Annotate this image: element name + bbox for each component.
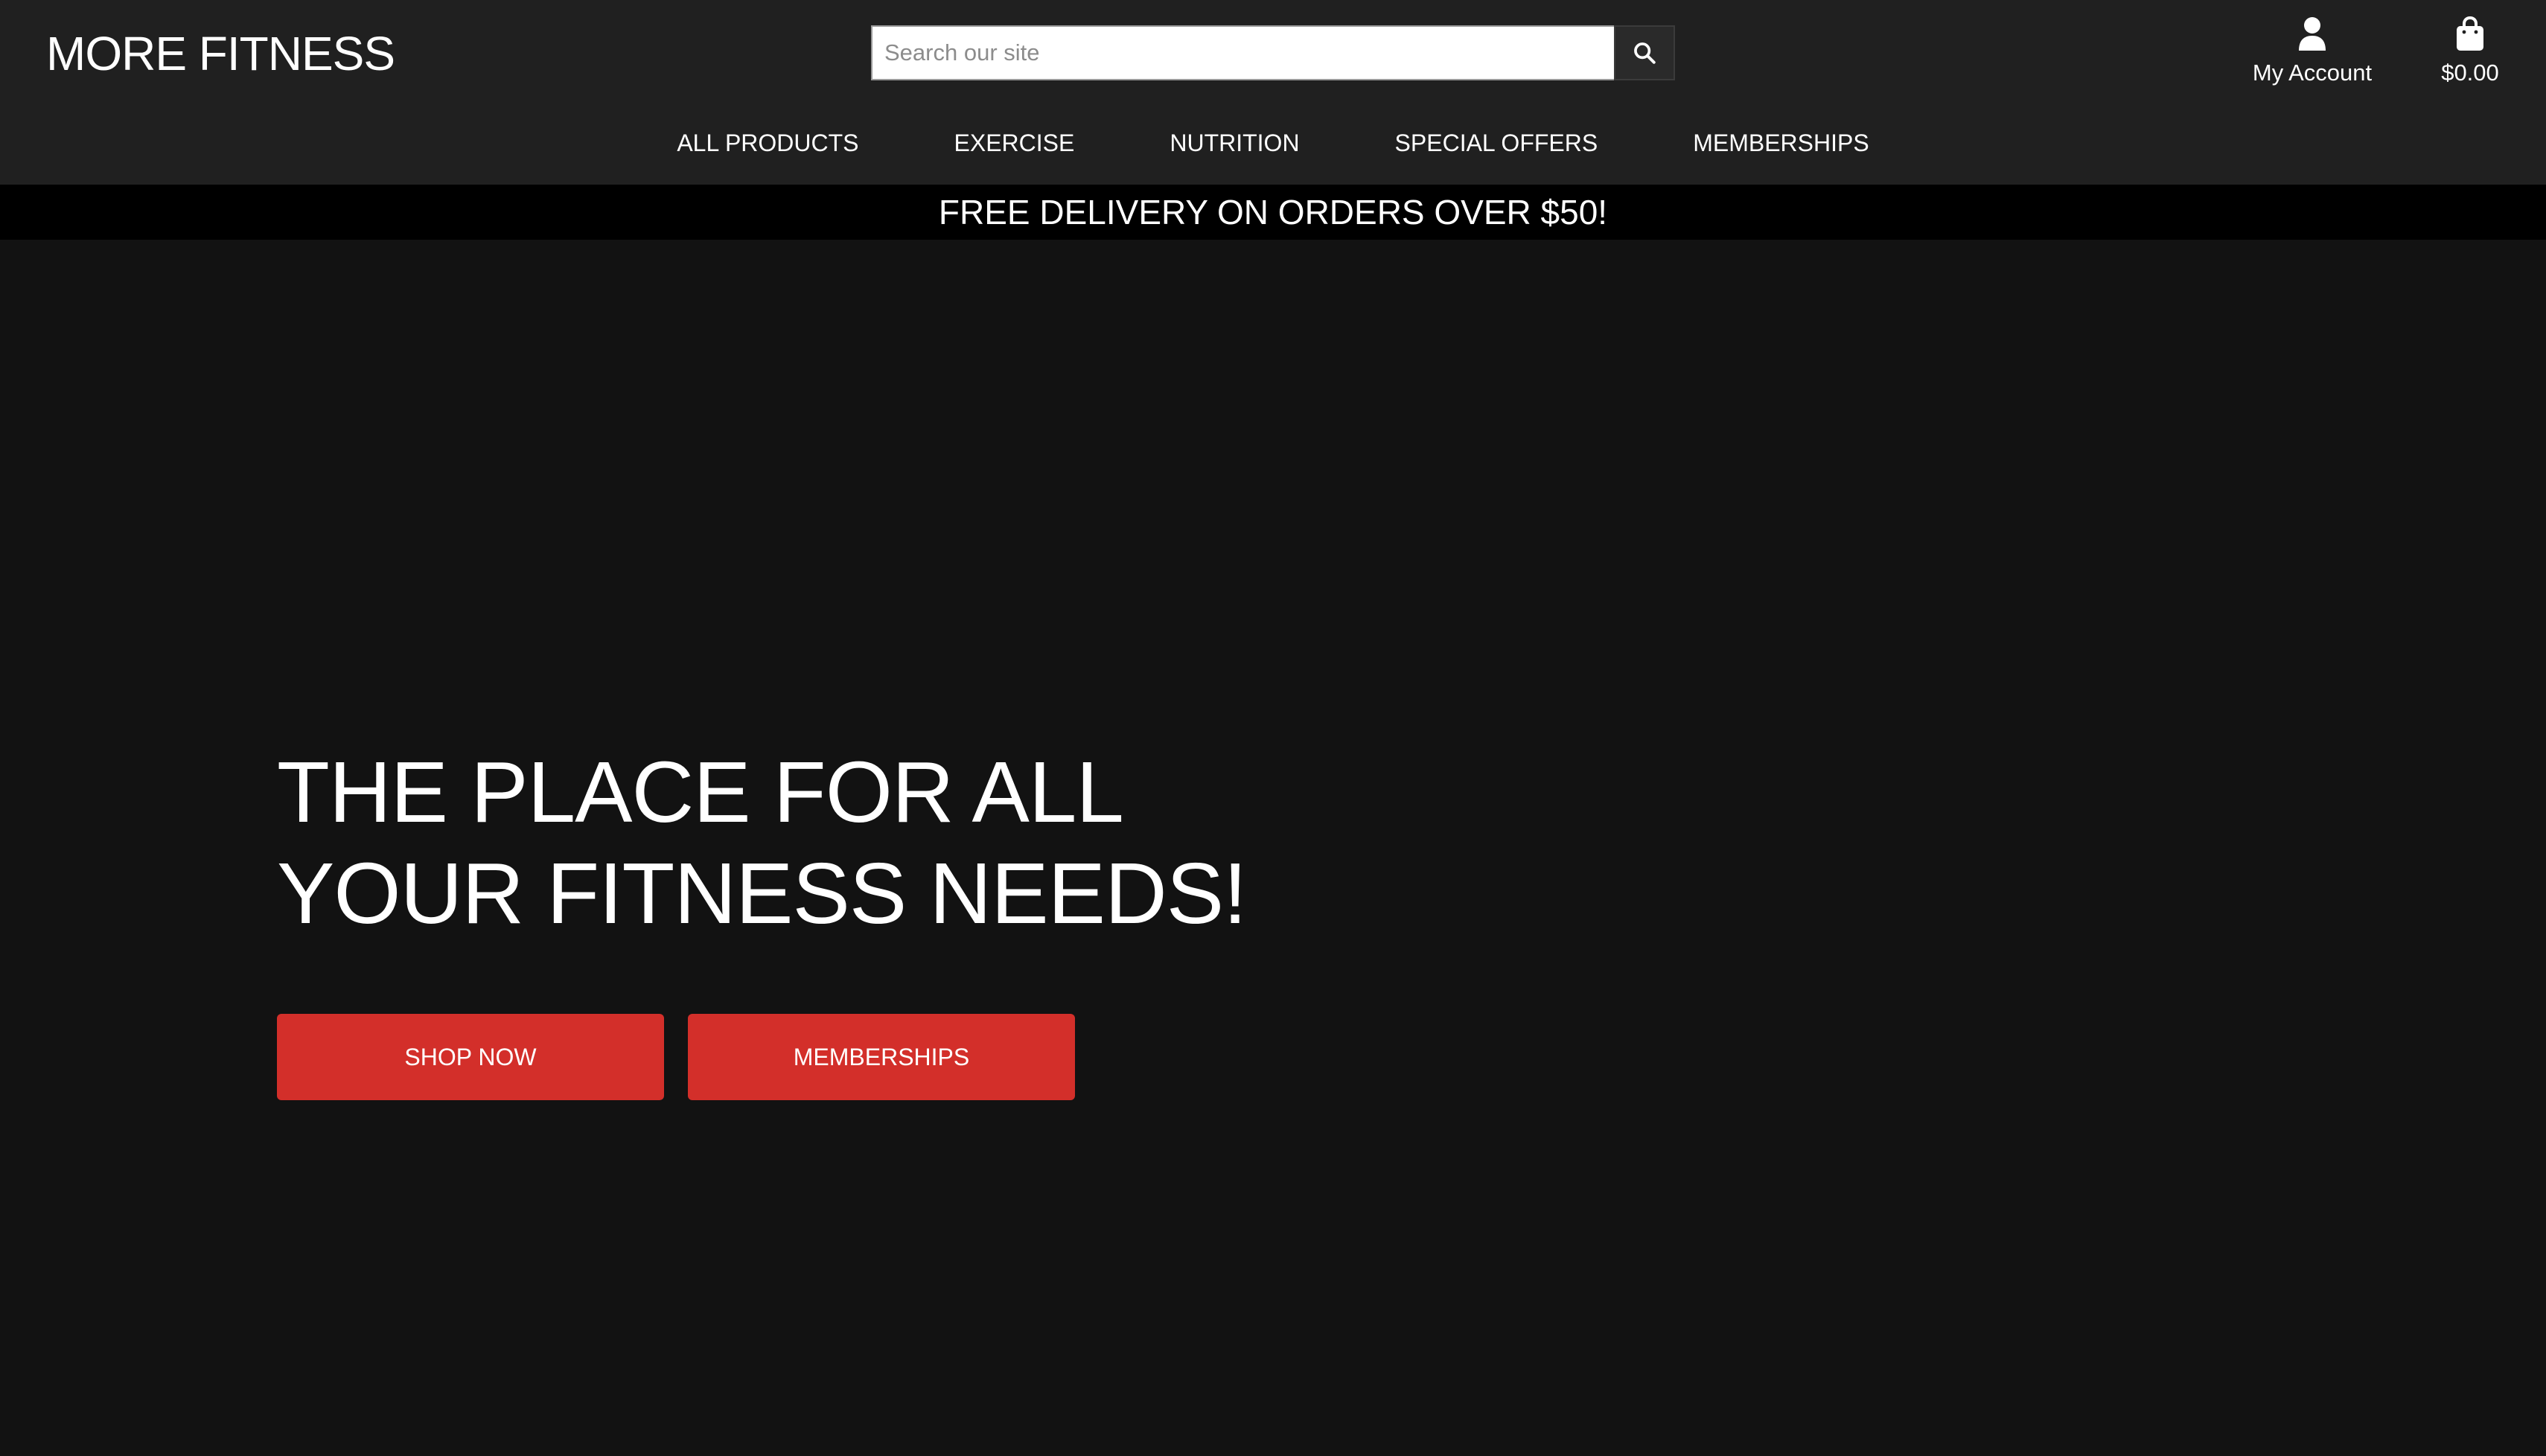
- main-nav: ALL PRODUCTS EXERCISE NUTRITION SPECIAL …: [0, 124, 2546, 162]
- shop-now-button[interactable]: SHOP NOW: [277, 1014, 664, 1100]
- cart-total: $0.00: [2441, 60, 2499, 86]
- hero-title-line-2: YOUR FITNESS NEEDS!: [277, 845, 1247, 942]
- search-button[interactable]: [1614, 25, 1675, 80]
- search-input[interactable]: [871, 25, 1614, 80]
- my-account-label: My Account: [2252, 60, 2373, 86]
- my-account-link[interactable]: My Account: [2233, 16, 2391, 89]
- nav-item-nutrition[interactable]: NUTRITION: [1122, 124, 1347, 162]
- search-form: [871, 25, 1675, 80]
- hero-title-line-1: THE PLACE FOR ALL: [277, 744, 1124, 840]
- nav-item-exercise[interactable]: EXERCISE: [907, 124, 1123, 162]
- site-header: MORE FITNESS My Account $0.00 ALL PRODUC…: [0, 0, 2546, 185]
- memberships-button[interactable]: MEMBERSHIPS: [688, 1014, 1075, 1100]
- delivery-banner-text: FREE DELIVERY ON ORDERS OVER $50!: [938, 193, 1608, 232]
- user-icon: [2299, 17, 2326, 51]
- nav-item-special-offers[interactable]: SPECIAL OFFERS: [1347, 124, 1646, 162]
- site-logo[interactable]: MORE FITNESS: [46, 25, 395, 82]
- hero-title: THE PLACE FOR ALL YOUR FITNESS NEEDS!: [277, 741, 1247, 944]
- nav-item-memberships[interactable]: MEMBERSHIPS: [1645, 124, 1916, 162]
- nav-item-all-products[interactable]: ALL PRODUCTS: [629, 124, 906, 162]
- hero-section: THE PLACE FOR ALL YOUR FITNESS NEEDS! SH…: [0, 240, 2546, 1456]
- delivery-banner: FREE DELIVERY ON ORDERS OVER $50!: [0, 185, 2546, 240]
- cart-link[interactable]: $0.00: [2428, 16, 2512, 89]
- shopping-bag-icon: [2457, 16, 2483, 51]
- search-icon: [1634, 42, 1656, 64]
